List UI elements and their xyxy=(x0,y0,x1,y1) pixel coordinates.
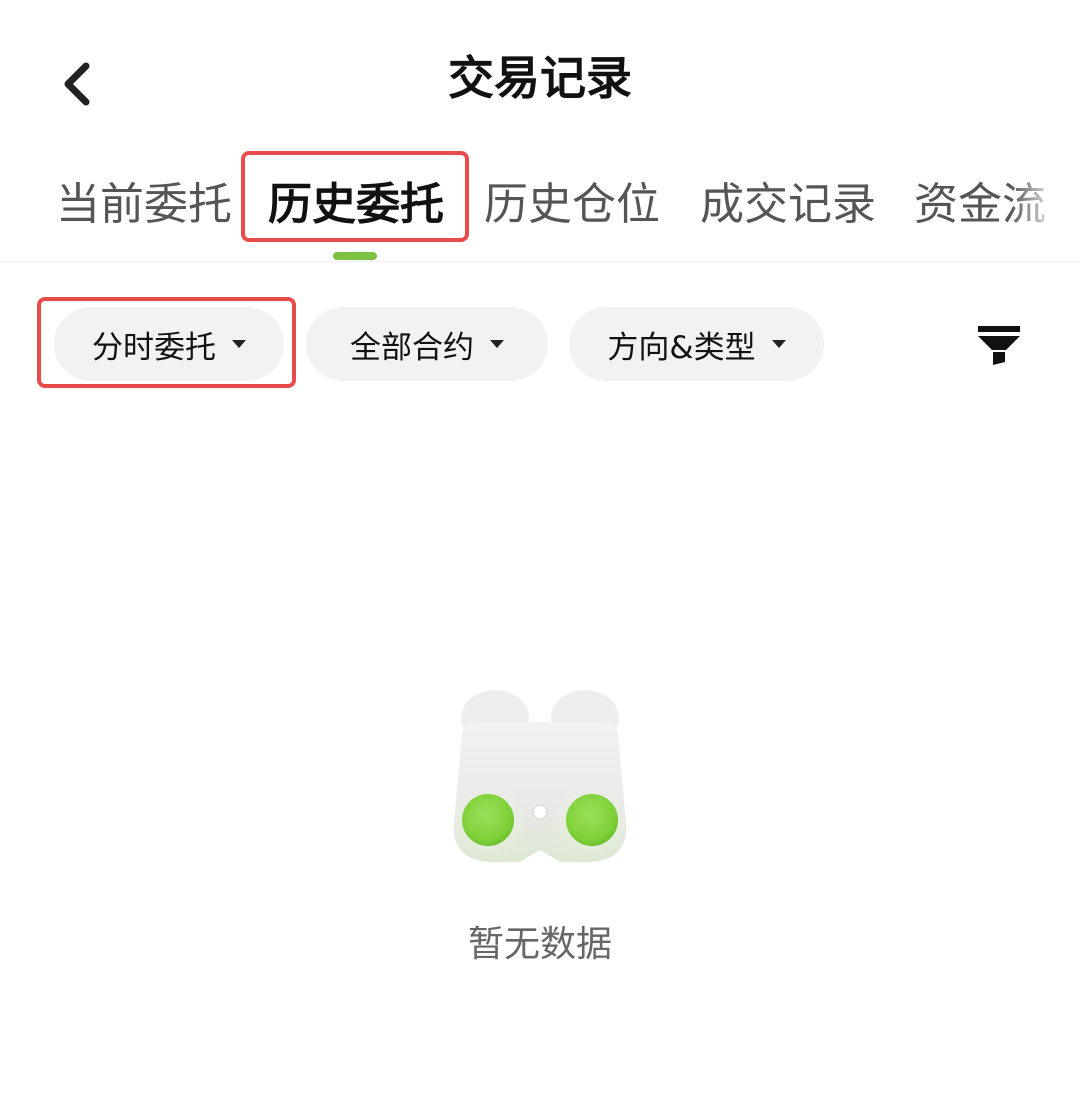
filter-button[interactable] xyxy=(964,312,1034,376)
filter-label: 分时委托 xyxy=(92,329,216,366)
page-title: 交易记录 xyxy=(448,51,632,105)
caret-down-icon xyxy=(490,340,504,348)
binoculars-icon xyxy=(440,684,640,874)
active-tab-indicator xyxy=(333,252,377,260)
funnel-icon xyxy=(978,326,1020,365)
tab-fund-flow[interactable]: 资金流 xyxy=(914,170,1046,240)
empty-state-text: 暂无数据 xyxy=(467,924,612,965)
caret-down-icon xyxy=(771,340,786,348)
tab-current-orders[interactable]: 当前委托 xyxy=(56,170,232,240)
tab-order-history[interactable]: 历史委托 xyxy=(268,170,444,240)
trade-records-page: 交易记录 当前委托 历史委托 历史仓位 成交记录 资金流 分时委托 全部合约 方… xyxy=(0,0,1080,1104)
filter-label: 全部合约 xyxy=(350,329,474,366)
filter-direction-type[interactable]: 方向&类型 xyxy=(569,307,824,381)
tab-position-history[interactable]: 历史仓位 xyxy=(484,170,660,240)
filter-all-contracts[interactable]: 全部合约 xyxy=(306,307,548,381)
filter-label: 方向&类型 xyxy=(607,329,756,366)
tab-trade-records[interactable]: 成交记录 xyxy=(700,170,876,240)
header: 交易记录 xyxy=(0,0,1080,150)
filter-time-orders[interactable]: 分时委托 xyxy=(54,307,284,381)
caret-down-icon xyxy=(232,340,246,348)
tab-bar: 当前委托 历史委托 历史仓位 成交记录 资金流 xyxy=(0,150,1080,262)
